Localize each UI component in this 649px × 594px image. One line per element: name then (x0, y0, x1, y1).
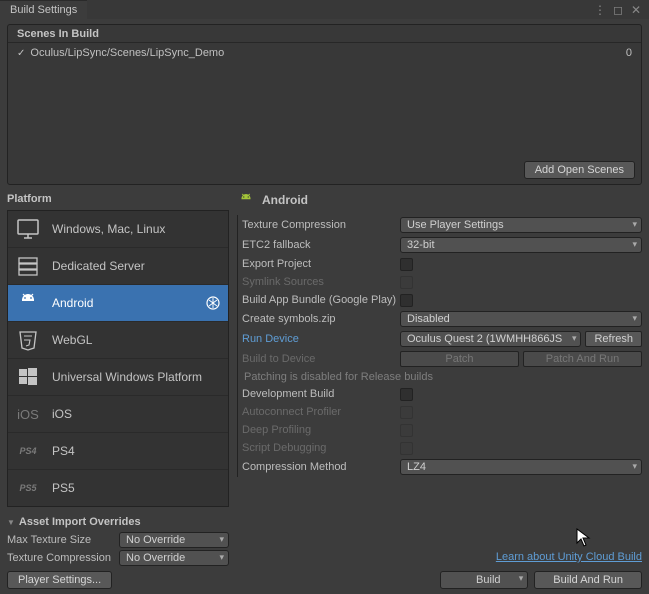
etc2-fallback-dropdown[interactable]: 32-bit (400, 237, 642, 253)
triangle-icon: ▼ (7, 518, 15, 527)
android-icon (237, 191, 255, 209)
texture-compression-dropdown[interactable]: Use Player Settings (400, 217, 642, 233)
compression-method-label: Compression Method (242, 461, 400, 473)
build-app-bundle-checkbox[interactable] (400, 294, 413, 307)
platform-label: WebGL (52, 333, 220, 347)
add-open-scenes-button[interactable]: Add Open Scenes (524, 161, 635, 179)
webgl-icon (16, 328, 40, 352)
ps5-icon: PS5 (16, 476, 40, 500)
android-icon (16, 291, 40, 315)
run-device-dropdown[interactable]: Oculus Quest 2 (1WMHH866JS (400, 331, 581, 347)
maximize-icon[interactable]: ◻ (611, 3, 625, 17)
development-build-label: Development Build (242, 388, 400, 400)
desktop-icon (16, 217, 40, 241)
ios-icon: iOS (16, 402, 40, 426)
platform-ps4[interactable]: PS4 PS4 (8, 433, 228, 470)
platform-label: Dedicated Server (52, 259, 220, 273)
texture-compression-label: Texture Compression (242, 219, 400, 231)
development-build-checkbox[interactable] (400, 388, 413, 401)
create-symbols-label: Create symbols.zip (242, 313, 400, 325)
texture-compression-override-dropdown[interactable]: No Override (119, 550, 229, 566)
build-to-device-label: Build to Device (242, 353, 400, 365)
platform-windows-mac-linux[interactable]: Windows, Mac, Linux (8, 211, 228, 248)
unity-badge-icon (206, 296, 220, 310)
platform-label: Android (52, 296, 194, 310)
deep-profiling-label: Deep Profiling (242, 424, 400, 436)
build-app-bundle-label: Build App Bundle (Google Play) (242, 294, 400, 306)
platform-webgl[interactable]: WebGL (8, 322, 228, 359)
max-texture-size-dropdown[interactable]: No Override (119, 532, 229, 548)
autoconnect-profiler-checkbox (400, 406, 413, 419)
platform-ios[interactable]: iOS iOS (8, 396, 228, 433)
scenes-panel: Scenes In Build ✓ Oculus/LipSync/Scenes/… (7, 24, 642, 185)
build-and-run-button[interactable]: Build And Run (534, 571, 642, 589)
max-texture-size-label: Max Texture Size (7, 534, 119, 546)
autoconnect-profiler-label: Autoconnect Profiler (242, 406, 400, 418)
platform-dedicated-server[interactable]: Dedicated Server (8, 248, 228, 285)
symlink-sources-checkbox (400, 276, 413, 289)
patch-and-run-button: Patch And Run (523, 351, 642, 367)
patch-hint: Patching is disabled for Release builds (238, 369, 642, 385)
etc2-fallback-label: ETC2 fallback (242, 239, 400, 251)
platform-ps5[interactable]: PS5 PS5 (8, 470, 228, 506)
platform-label: PS5 (52, 481, 220, 495)
platform-label: PS4 (52, 444, 220, 458)
platform-header: Platform (7, 191, 229, 210)
compression-method-dropdown[interactable]: LZ4 (400, 459, 642, 475)
patch-button: Patch (400, 351, 519, 367)
windows-icon (16, 365, 40, 389)
menu-icon[interactable]: ⋮ (593, 3, 607, 17)
export-project-label: Export Project (242, 258, 400, 270)
close-icon[interactable]: ✕ (629, 3, 643, 17)
check-icon[interactable]: ✓ (17, 48, 25, 59)
platform-label: Windows, Mac, Linux (52, 222, 220, 236)
platform-android[interactable]: Android (8, 285, 228, 322)
scenes-header: Scenes In Build (8, 25, 641, 43)
player-settings-button[interactable]: Player Settings... (7, 571, 112, 589)
cloud-build-link[interactable]: Learn about Unity Cloud Build (237, 547, 642, 567)
platform-label: Universal Windows Platform (52, 370, 220, 384)
run-device-label[interactable]: Run Device (242, 333, 400, 345)
scene-path: Oculus/LipSync/Scenes/LipSync_Demo (30, 47, 224, 59)
right-panel-header: Android (262, 193, 308, 207)
window-tab[interactable]: Build Settings (0, 0, 87, 19)
create-symbols-dropdown[interactable]: Disabled (400, 311, 642, 327)
platform-uwp[interactable]: Universal Windows Platform (8, 359, 228, 396)
ps4-icon: PS4 (16, 439, 40, 463)
overrides-header[interactable]: ▼ Asset Import Overrides (7, 513, 229, 531)
script-debugging-label: Script Debugging (242, 442, 400, 454)
asset-import-overrides: ▼ Asset Import Overrides Max Texture Siz… (7, 513, 229, 567)
refresh-button[interactable]: Refresh (585, 331, 642, 347)
scenes-list[interactable]: ✓ Oculus/LipSync/Scenes/LipSync_Demo 0 (8, 43, 641, 157)
build-dropdown-button[interactable]: Build (440, 571, 528, 589)
deep-profiling-checkbox (400, 424, 413, 437)
export-project-checkbox[interactable] (400, 258, 413, 271)
platform-label: iOS (52, 407, 220, 421)
scene-row[interactable]: ✓ Oculus/LipSync/Scenes/LipSync_Demo 0 (17, 47, 632, 59)
script-debugging-checkbox (400, 442, 413, 455)
platform-list: Windows, Mac, Linux Dedicated Server And… (7, 210, 229, 507)
server-icon (16, 254, 40, 278)
scene-index: 0 (626, 47, 632, 59)
texture-compression-override-label: Texture Compression (7, 552, 119, 564)
titlebar: Build Settings ⋮ ◻ ✕ (0, 0, 649, 19)
symlink-sources-label: Symlink Sources (242, 276, 400, 288)
